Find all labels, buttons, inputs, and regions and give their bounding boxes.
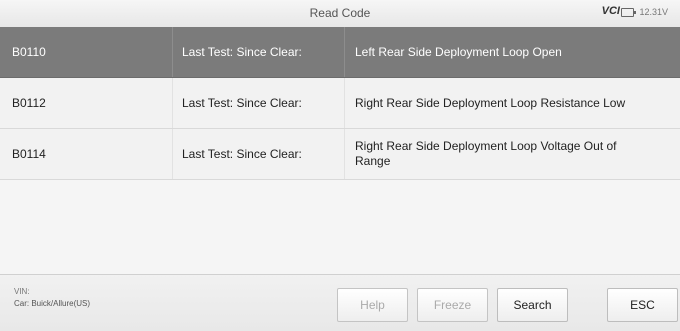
dtc-description: Right Rear Side Deployment Loop Voltage … xyxy=(344,129,680,179)
esc-button[interactable]: ESC xyxy=(607,288,678,322)
dtc-status: Last Test: Since Clear: xyxy=(172,78,344,128)
vci-status-label: VCI xyxy=(601,5,620,17)
dtc-code: B0114 xyxy=(12,147,46,161)
dtc-row[interactable]: B0110 Last Test: Since Clear: Left Rear … xyxy=(0,27,680,78)
dtc-status: Last Test: Since Clear: xyxy=(172,129,344,179)
car-info: Car: Buick/Allure(US) xyxy=(14,299,91,308)
help-button[interactable]: Help xyxy=(337,288,408,322)
vin-label: VIN: xyxy=(14,287,30,296)
freeze-button[interactable]: Freeze xyxy=(417,288,488,322)
battery-icon xyxy=(621,8,636,17)
search-button[interactable]: Search xyxy=(497,288,568,322)
dtc-code: B0110 xyxy=(12,45,46,59)
dtc-description: Left Rear Side Deployment Loop Open xyxy=(344,27,680,77)
battery-voltage: 12.31V xyxy=(639,7,668,17)
title-bar: Read Code VCI 12.31V xyxy=(0,0,680,28)
dtc-row[interactable]: B0114 Last Test: Since Clear: Right Rear… xyxy=(0,129,680,180)
dtc-description: Right Rear Side Deployment Loop Resistan… xyxy=(344,78,680,128)
dtc-list: B0110 Last Test: Since Clear: Left Rear … xyxy=(0,27,680,180)
dtc-row[interactable]: B0112 Last Test: Since Clear: Right Rear… xyxy=(0,78,680,129)
footer-bar: VIN: Car: Buick/Allure(US) Help Freeze S… xyxy=(0,274,680,331)
dtc-code: B0112 xyxy=(12,96,46,110)
read-code-screen: Read Code VCI 12.31V B0110 Last Test: Si… xyxy=(0,0,680,331)
dtc-status: Last Test: Since Clear: xyxy=(172,27,344,77)
page-title: Read Code xyxy=(309,6,371,20)
